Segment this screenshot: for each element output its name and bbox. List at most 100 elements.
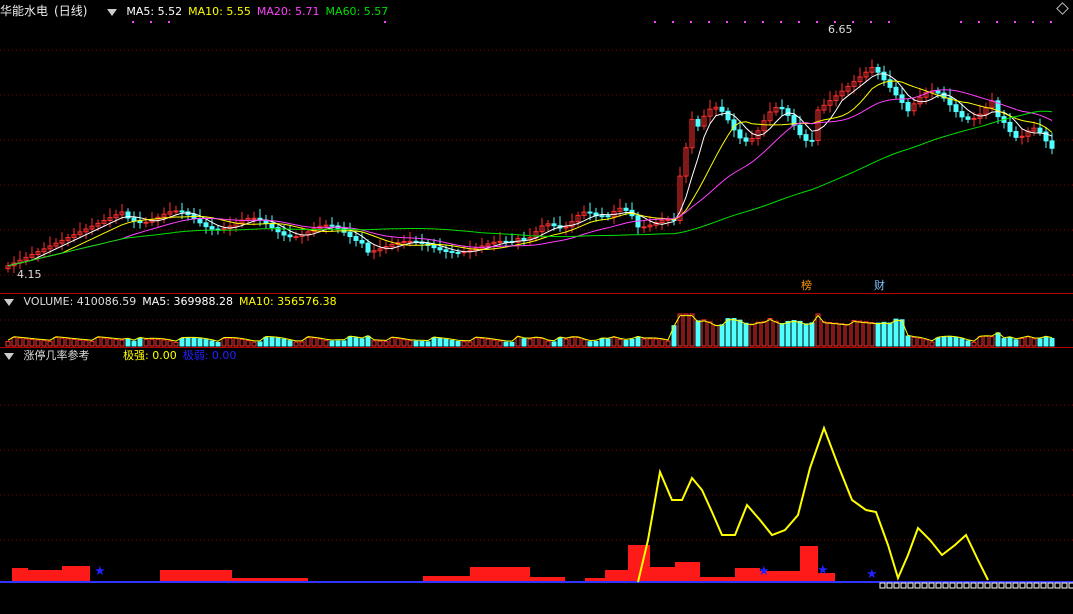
volume-bar bbox=[551, 341, 557, 347]
volume-bar bbox=[497, 340, 503, 347]
volume-bar bbox=[149, 338, 155, 347]
volume-bar bbox=[1007, 337, 1013, 347]
volume-bar bbox=[35, 339, 41, 347]
volume-bar bbox=[467, 341, 473, 347]
volume-bar bbox=[869, 321, 875, 347]
volume-bar bbox=[545, 340, 551, 347]
volume-bar bbox=[455, 340, 461, 347]
volume-bar bbox=[491, 339, 497, 347]
candle-down bbox=[743, 137, 749, 142]
volume-bar bbox=[875, 322, 881, 347]
signal-dot bbox=[150, 21, 152, 23]
volume-bar bbox=[995, 332, 1001, 347]
volume-bar bbox=[557, 337, 563, 347]
volume-bar bbox=[233, 338, 239, 347]
volume-bar bbox=[221, 337, 227, 347]
volume-bar bbox=[443, 338, 449, 347]
star-icon: ★ bbox=[758, 564, 770, 579]
volume-bar bbox=[767, 317, 773, 347]
candle-down bbox=[455, 251, 461, 254]
volume-bar bbox=[77, 339, 83, 347]
probability-bar bbox=[605, 570, 628, 582]
volume-bar bbox=[137, 337, 143, 347]
small-bar bbox=[963, 582, 970, 589]
signal-dot bbox=[978, 21, 980, 23]
volume-bar bbox=[581, 339, 587, 347]
kline-chart[interactable]: ★ ★ ★ ★ bbox=[0, 0, 1073, 614]
signal-dot bbox=[798, 21, 800, 23]
volume-bar bbox=[41, 340, 47, 347]
volume-bar bbox=[593, 340, 599, 347]
candle-down bbox=[803, 134, 809, 141]
event-tag-cai[interactable]: 财 bbox=[874, 279, 885, 292]
volume-bar bbox=[701, 319, 707, 347]
volume-bar bbox=[959, 338, 965, 347]
volume-bar bbox=[533, 337, 539, 347]
volume-bar bbox=[161, 339, 167, 347]
small-bar bbox=[928, 582, 935, 589]
candle-down bbox=[1013, 131, 1019, 138]
signal-dot bbox=[168, 21, 170, 23]
volume-bar bbox=[209, 340, 215, 347]
small-bar bbox=[886, 582, 893, 589]
volume-bar bbox=[617, 338, 623, 347]
volume-bar bbox=[983, 335, 989, 347]
candle-down bbox=[203, 222, 209, 228]
candle-down bbox=[365, 242, 371, 253]
probability-bar bbox=[160, 570, 232, 582]
candle-down bbox=[935, 90, 941, 94]
volume-bar bbox=[893, 318, 899, 347]
signal-dot bbox=[870, 21, 872, 23]
volume-bar bbox=[611, 336, 617, 347]
signal-dot bbox=[384, 21, 386, 23]
volume-bar bbox=[1001, 338, 1007, 347]
event-tag-bang[interactable]: 榜 bbox=[801, 279, 812, 292]
volume-bar bbox=[779, 323, 785, 347]
candle-down bbox=[1037, 127, 1043, 133]
volume-bar bbox=[59, 337, 65, 347]
volume-bar bbox=[911, 336, 917, 347]
volume-bar bbox=[203, 339, 209, 347]
volume-bar bbox=[635, 336, 641, 347]
small-bar bbox=[942, 582, 949, 589]
volume-bar bbox=[881, 321, 887, 347]
volume-bar bbox=[929, 341, 935, 347]
candle-down bbox=[437, 247, 443, 251]
volume-bar bbox=[605, 338, 611, 347]
volume-bar bbox=[311, 337, 317, 347]
small-bar bbox=[1019, 582, 1026, 589]
volume-bar bbox=[167, 340, 173, 347]
candle-down bbox=[431, 244, 437, 249]
volume-bar bbox=[851, 320, 857, 347]
signal-dot bbox=[672, 21, 674, 23]
candle-down bbox=[1049, 140, 1055, 149]
volume-bar bbox=[1019, 337, 1025, 347]
volume-bar bbox=[407, 340, 413, 347]
volume-bar bbox=[473, 337, 479, 347]
volume-bar bbox=[65, 338, 71, 347]
candle-up bbox=[971, 117, 977, 120]
volume-bar bbox=[599, 338, 605, 347]
candle-down bbox=[953, 104, 959, 113]
small-bar bbox=[949, 582, 956, 589]
signal-dot bbox=[996, 21, 998, 23]
volume-bar bbox=[449, 339, 455, 347]
volume-bar bbox=[23, 338, 29, 347]
volume-bar bbox=[83, 340, 89, 347]
volume-bar bbox=[947, 336, 953, 347]
volume-bar bbox=[743, 322, 749, 347]
volume-bar bbox=[305, 336, 311, 347]
volume-bar bbox=[5, 340, 11, 347]
small-bar bbox=[991, 582, 998, 589]
small-bar bbox=[1040, 582, 1047, 589]
volume-bar bbox=[587, 341, 593, 347]
signal-dot bbox=[762, 21, 764, 23]
volume-bar bbox=[419, 340, 425, 347]
candle-down bbox=[1007, 121, 1013, 133]
star-icon: ★ bbox=[817, 563, 829, 578]
candle-up bbox=[665, 219, 671, 222]
volume-bar bbox=[575, 337, 581, 347]
volume-bar bbox=[263, 336, 269, 347]
candle-down bbox=[287, 234, 293, 238]
small-bar bbox=[1012, 582, 1019, 589]
